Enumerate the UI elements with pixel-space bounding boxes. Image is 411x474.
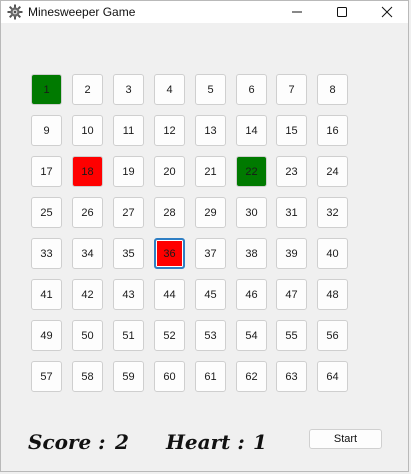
cell-29[interactable]: 29 [195,197,226,228]
cell-3[interactable]: 3 [113,74,144,105]
cell-5[interactable]: 5 [195,74,226,105]
cell-9[interactable]: 9 [31,115,62,146]
cell-13[interactable]: 13 [195,115,226,146]
cell-58[interactable]: 58 [72,361,103,392]
maximize-button[interactable] [319,1,365,23]
cell-27[interactable]: 27 [113,197,144,228]
cell-16[interactable]: 16 [317,115,348,146]
cell-49[interactable]: 49 [31,320,62,351]
cell-60[interactable]: 60 [154,361,185,392]
cell-53[interactable]: 53 [195,320,226,351]
cell-28[interactable]: 28 [154,197,185,228]
cell-47[interactable]: 47 [276,279,307,310]
cell-35[interactable]: 35 [113,238,144,269]
cell-23[interactable]: 23 [276,156,307,187]
cell-20[interactable]: 20 [154,156,185,187]
cell-12[interactable]: 12 [154,115,185,146]
heart-value: 1 [253,430,267,454]
cell-37[interactable]: 37 [195,238,226,269]
cell-51[interactable]: 51 [113,320,144,351]
title-bar[interactable]: Minesweeper Game [1,1,408,23]
cell-26[interactable]: 26 [72,197,103,228]
maximize-icon [337,7,347,17]
cell-39[interactable]: 39 [276,238,307,269]
cell-57[interactable]: 57 [31,361,62,392]
app-window: Minesweeper Game 1 2 3 4 5 6 7 8 9 10 11 12 13 14 15 16… [0,0,409,472]
cell-64[interactable]: 64 [317,361,348,392]
cell-17[interactable]: 17 [31,156,62,187]
cell-59[interactable]: 59 [113,361,144,392]
cell-63[interactable]: 63 [276,361,307,392]
cell-40[interactable]: 40 [317,238,348,269]
start-button[interactable]: Start [309,429,382,449]
cell-62[interactable]: 62 [236,361,267,392]
cell-55[interactable]: 55 [276,320,307,351]
heart-label: Heart : [166,430,245,454]
cell-24[interactable]: 24 [317,156,348,187]
window-title: Minesweeper Game [28,5,136,19]
cell-44[interactable]: 44 [154,279,185,310]
cell-45[interactable]: 45 [195,279,226,310]
cell-32[interactable]: 32 [317,197,348,228]
cell-48[interactable]: 48 [317,279,348,310]
close-icon [381,6,393,18]
cell-21[interactable]: 21 [195,156,226,187]
cell-1[interactable]: 1 [31,74,62,105]
cell-7[interactable]: 7 [276,74,307,105]
cell-8[interactable]: 8 [317,74,348,105]
cell-56[interactable]: 56 [317,320,348,351]
cell-6[interactable]: 6 [236,74,267,105]
score-label: Score : [28,430,106,454]
cell-18[interactable]: 18 [72,156,103,187]
cell-36[interactable]: 36 [154,238,185,269]
cell-54[interactable]: 54 [236,320,267,351]
cell-33[interactable]: 33 [31,238,62,269]
cell-22[interactable]: 22 [236,156,267,187]
cell-31[interactable]: 31 [276,197,307,228]
cell-10[interactable]: 10 [72,115,103,146]
cell-38[interactable]: 38 [236,238,267,269]
mine-gear-icon [7,4,23,20]
cell-41[interactable]: 41 [31,279,62,310]
cell-50[interactable]: 50 [72,320,103,351]
minimize-icon [292,11,302,13]
cell-19[interactable]: 19 [113,156,144,187]
cell-14[interactable]: 14 [236,115,267,146]
cell-25[interactable]: 25 [31,197,62,228]
cell-46[interactable]: 46 [236,279,267,310]
cell-15[interactable]: 15 [276,115,307,146]
score-value: 2 [115,430,129,454]
cell-34[interactable]: 34 [72,238,103,269]
cell-30[interactable]: 30 [236,197,267,228]
cell-2[interactable]: 2 [72,74,103,105]
cell-43[interactable]: 43 [113,279,144,310]
cell-52[interactable]: 52 [154,320,185,351]
cell-61[interactable]: 61 [195,361,226,392]
close-button[interactable] [364,1,410,23]
cell-11[interactable]: 11 [113,115,144,146]
cell-42[interactable]: 42 [72,279,103,310]
minimize-button[interactable] [274,1,320,23]
cell-4[interactable]: 4 [154,74,185,105]
